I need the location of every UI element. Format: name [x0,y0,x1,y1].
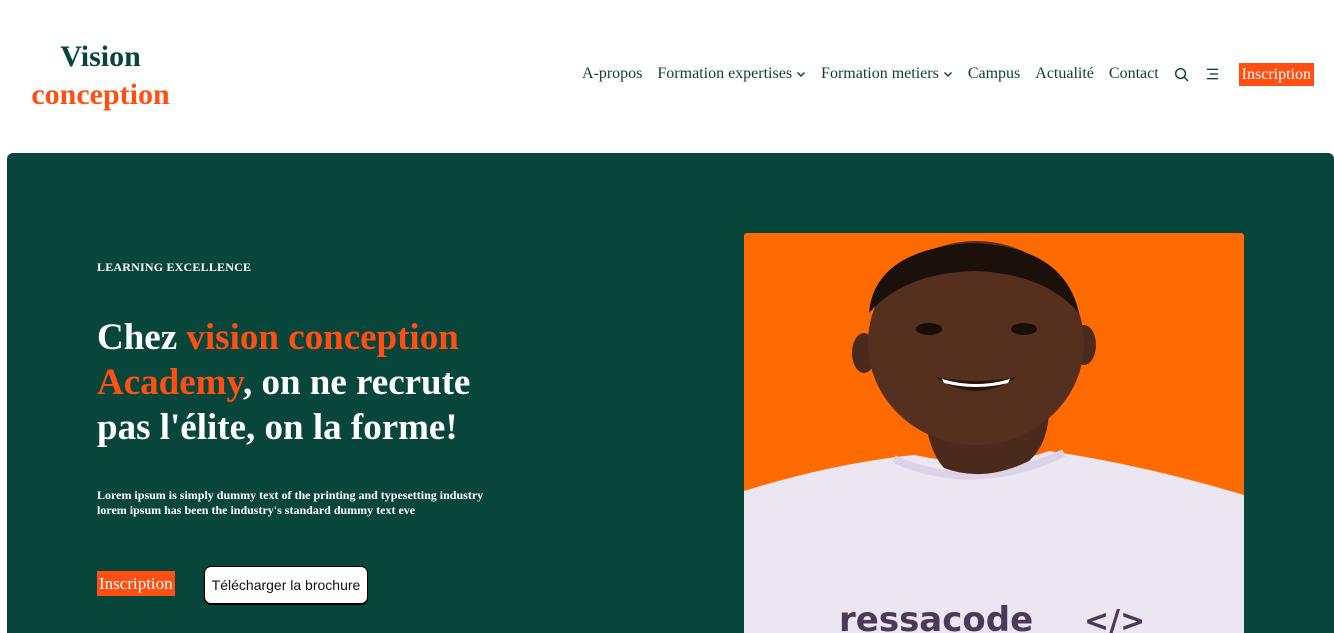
search-button[interactable] [1174,66,1190,82]
nav-item-label: A-propos [581,65,643,82]
nav-item-formation-metiers[interactable]: Formation metiers [821,65,953,83]
student-portrait-image: ressacode </> [744,233,1244,633]
brand-name-line1: Vision [60,40,141,73]
hero-section: LEARNING EXCELLENCE Chez vision concepti… [7,153,1334,633]
menu-icon [1207,68,1219,80]
download-brochure-button[interactable]: Télécharger la brochure [204,566,368,604]
nav-item-actualite[interactable]: Actualité [1035,65,1094,83]
nav-item-label: Formation metiers [821,65,939,82]
hero-eyebrow: LEARNING EXCELLENCE [97,260,252,274]
svg-text:ressacode: ressacode [839,600,1033,633]
hero-photo: ressacode </> [744,233,1244,633]
nav-item-label: Formation expertises [657,65,793,82]
svg-text:</>: </> [1084,604,1145,633]
hero-headline: Chez vision conception Academy, on ne re… [97,315,527,450]
nav-item-label: Actualité [1035,65,1094,82]
nav-item-a-propos[interactable]: A-propos [582,65,642,83]
search-icon [1175,67,1189,81]
menu-button[interactable] [1205,66,1221,82]
inscription-button[interactable]: Inscription [97,571,175,596]
nav-item-campus[interactable]: Campus [968,65,1020,83]
nav-item-contact[interactable]: Contact [1109,65,1159,83]
nav-item-label: Contact [1108,65,1159,82]
chevron-down-icon [943,72,952,77]
nav-item-label: Campus [967,65,1021,82]
main-navigation: A-propos Formation expertises Formation … [582,62,1314,86]
inscription-nav-button[interactable]: Inscription [1238,62,1314,86]
brand-name-line2: conception [31,78,170,111]
headline-part-1: Chez [97,317,187,358]
nav-item-formation-expertises[interactable]: Formation expertises [657,65,806,83]
hero-description: Lorem ipsum is simply dummy text of the … [97,488,484,517]
brand-logo[interactable]: Vision conception [28,38,173,114]
chevron-down-icon [797,72,806,77]
